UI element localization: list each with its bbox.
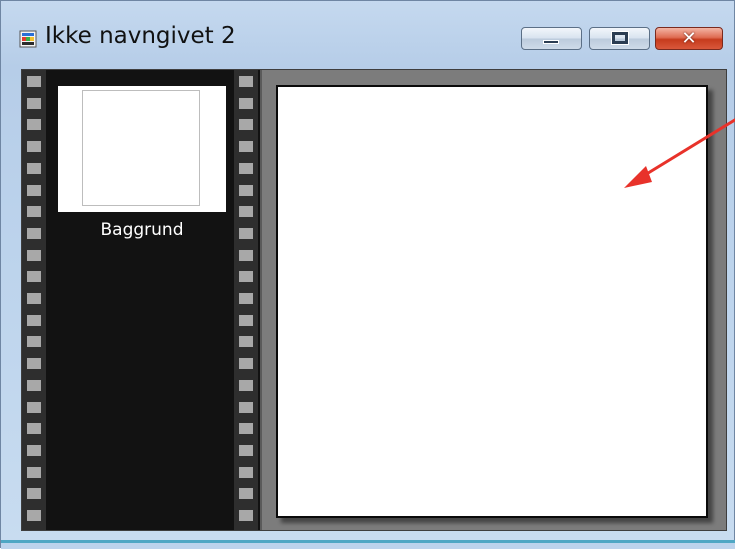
close-icon: ✕ xyxy=(681,28,697,49)
layer-thumbnail[interactable] xyxy=(58,86,226,212)
film-perforation xyxy=(27,184,41,196)
film-perforation xyxy=(239,293,253,304)
film-perforation xyxy=(239,76,253,87)
title-bar[interactable]: Ikke navngivet 2 ✕ xyxy=(1,1,734,65)
film-perforations-left xyxy=(22,70,46,530)
document-client-area: Baggrund xyxy=(21,69,727,531)
film-perforation xyxy=(239,271,253,283)
film-perforation xyxy=(239,141,253,153)
film-perforation xyxy=(27,444,41,456)
film-perforation xyxy=(239,466,253,478)
film-perforation xyxy=(27,379,41,391)
film-perforation xyxy=(239,444,253,456)
document-window: Ikke navngivet 2 ✕ Baggrund xyxy=(0,0,735,549)
film-perforation xyxy=(27,293,41,304)
layer-thumbnail-preview xyxy=(82,90,200,206)
film-perforation xyxy=(239,227,253,239)
film-perforation xyxy=(239,358,253,370)
film-perforation xyxy=(27,76,41,87)
film-perforation xyxy=(239,97,253,109)
film-perforations-right xyxy=(234,70,258,530)
film-perforation xyxy=(27,162,41,174)
image-document-icon xyxy=(19,30,37,48)
film-perforation xyxy=(27,401,41,413)
film-perforation xyxy=(239,510,253,521)
close-button[interactable]: ✕ xyxy=(655,27,723,50)
window-title: Ikke navngivet 2 xyxy=(45,23,236,49)
image-canvas[interactable] xyxy=(276,85,708,518)
film-perforation xyxy=(239,119,253,131)
film-perforation xyxy=(239,184,253,196)
film-perforation xyxy=(27,510,41,521)
film-perforation xyxy=(27,314,41,326)
film-perforation xyxy=(239,162,253,174)
film-perforation xyxy=(27,271,41,283)
minimize-icon xyxy=(543,40,559,44)
panel-divider[interactable] xyxy=(260,70,262,530)
film-perforation xyxy=(239,488,253,500)
layers-filmstrip: Baggrund xyxy=(22,70,260,530)
film-perforation xyxy=(27,206,41,218)
maximize-button[interactable] xyxy=(589,27,650,50)
film-perforation xyxy=(239,314,253,326)
film-perforation xyxy=(27,336,41,348)
film-perforation xyxy=(27,358,41,370)
minimize-button[interactable] xyxy=(521,27,582,50)
film-perforation xyxy=(27,227,41,239)
film-perforation xyxy=(239,401,253,413)
film-perforation xyxy=(27,466,41,478)
film-perforation xyxy=(27,423,41,435)
film-perforation xyxy=(27,249,41,261)
film-perforation xyxy=(239,249,253,261)
layer-label: Baggrund xyxy=(100,220,184,240)
film-perforation xyxy=(239,379,253,391)
film-perforation xyxy=(239,336,253,348)
film-perforation xyxy=(239,423,253,435)
film-perforation xyxy=(27,488,41,500)
film-perforation xyxy=(239,206,253,218)
maximize-icon xyxy=(611,31,629,45)
film-perforation xyxy=(27,119,41,131)
film-perforation xyxy=(27,141,41,153)
film-perforation xyxy=(27,97,41,109)
